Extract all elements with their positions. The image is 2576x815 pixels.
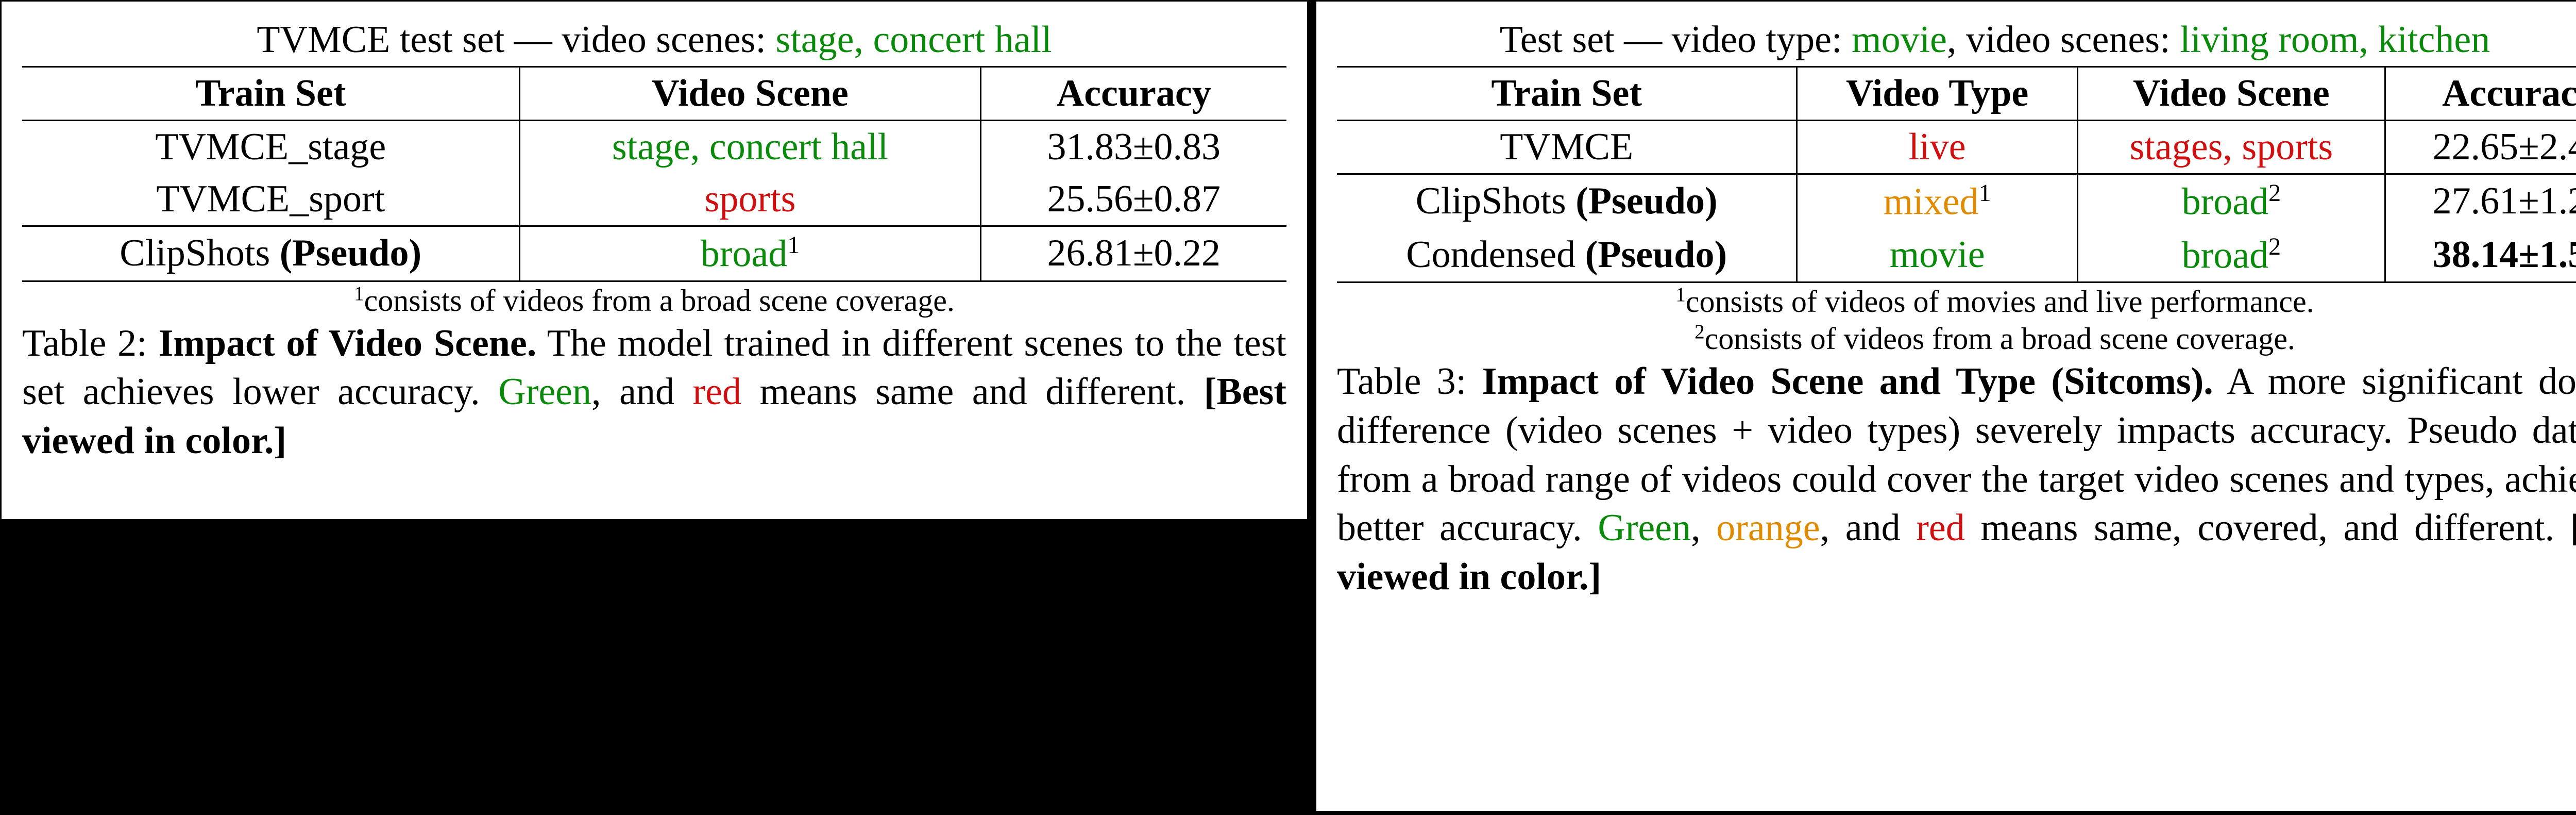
col-scene: Video Scene xyxy=(2077,67,2385,121)
cell: broad2 xyxy=(2077,174,2385,228)
text: means same and different. xyxy=(741,371,1204,413)
text: , and xyxy=(1820,507,1917,549)
superscript: 1 xyxy=(1979,179,1991,207)
text-red: red xyxy=(1916,507,1965,549)
table-3-footnote-1: 1consists of videos of movies and live p… xyxy=(1337,283,2576,320)
text: Condensed xyxy=(1406,234,1585,276)
table-2: TVMCE test set — video scenes: stage, co… xyxy=(22,14,1286,282)
cell: 26.81±0.22 xyxy=(980,226,1286,281)
text-orange: orange xyxy=(1716,507,1820,549)
table-3-panel: Test set — video type: movie, video scen… xyxy=(1315,0,2576,812)
table-3-title: Test set — video type: movie, video scen… xyxy=(1337,14,2576,67)
table-3: Test set — video type: movie, video scen… xyxy=(1337,14,2576,283)
table-2-footnote: 1consists of videos from a broad scene c… xyxy=(22,282,1286,319)
text-green: Green xyxy=(1598,507,1691,549)
cell: mixed1 xyxy=(1797,174,2077,228)
text: Table 3: xyxy=(1337,360,1482,403)
col-acc: Accuracy xyxy=(980,67,1286,121)
col-scene: Video Scene xyxy=(520,67,980,121)
text: consists of videos from a broad scene co… xyxy=(1705,322,2295,356)
text-green: broad xyxy=(2182,234,2269,276)
text-bold: (Pseudo) xyxy=(1575,180,1717,222)
text-green: stage, concert hall xyxy=(775,19,1052,61)
text: Test set — video type: xyxy=(1500,19,1852,61)
text: means same, covered, and different. xyxy=(1965,507,2570,549)
superscript: 1 xyxy=(1675,284,1686,306)
text-green: broad xyxy=(2182,181,2269,223)
table-row: TVMCE_stage stage, concert hall 31.83±0.… xyxy=(22,121,1286,174)
table-3-footnote-2: 2consists of videos from a broad scene c… xyxy=(1337,320,2576,357)
superscript: 2 xyxy=(2268,179,2281,207)
cell: 25.56±0.87 xyxy=(980,173,1286,226)
text-bold: Impact of Video Scene and Type (Sitcoms)… xyxy=(1482,360,2213,403)
text-green: living room, kitchen xyxy=(2180,19,2490,61)
text: Table 2: xyxy=(22,322,159,364)
table-2-panel: TVMCE test set — video scenes: stage, co… xyxy=(0,0,1309,521)
cell: TVMCE xyxy=(1337,121,1797,174)
cell-bold: 38.14±1.50 xyxy=(2385,228,2576,282)
text-bold: (Pseudo) xyxy=(1585,234,1727,276)
text-green: movie xyxy=(1852,19,1947,61)
cell-green: movie xyxy=(1797,228,2077,282)
text: consists of videos from a broad scene co… xyxy=(364,284,955,318)
cell: broad1 xyxy=(520,226,980,281)
cell: 31.83±0.83 xyxy=(980,121,1286,174)
cell-green: stage, concert hall xyxy=(520,121,980,174)
col-trainset: Train Set xyxy=(1337,67,1797,121)
cell-red: sports xyxy=(520,173,980,226)
text: ClipShots xyxy=(1416,180,1576,222)
cell: broad2 xyxy=(2077,228,2385,282)
superscript: 1 xyxy=(354,282,364,305)
table-row: ClipShots (Pseudo) mixed1 broad2 27.61±1… xyxy=(1337,174,2576,228)
cell: 22.65±2.43 xyxy=(2385,121,2576,174)
cell: ClipShots (Pseudo) xyxy=(1337,174,1797,228)
table-row: TVMCE live stages, sports 22.65±2.43 xyxy=(1337,121,2576,174)
table-2-caption: Table 2: Impact of Video Scene. The mode… xyxy=(22,319,1286,465)
text-green: Green xyxy=(498,371,591,413)
superscript: 2 xyxy=(1694,321,1705,343)
text: , video scenes: xyxy=(1947,19,2180,61)
cell-red: live xyxy=(1797,121,2077,174)
text-orange: mixed xyxy=(1884,181,1979,223)
text: , and xyxy=(591,371,692,413)
table-2-title: TVMCE test set — video scenes: stage, co… xyxy=(22,14,1286,67)
col-acc: Accuracy xyxy=(2385,67,2576,121)
cell: TVMCE_stage xyxy=(22,121,520,174)
cell: Condensed (Pseudo) xyxy=(1337,228,1797,282)
cell-red: stages, sports xyxy=(2077,121,2385,174)
table-row: Condensed (Pseudo) movie broad2 38.14±1.… xyxy=(1337,228,2576,282)
text: TVMCE test set — video scenes: xyxy=(257,19,775,61)
cell: ClipShots (Pseudo) xyxy=(22,226,520,281)
table-row: TVMCE_sport sports 25.56±0.87 xyxy=(22,173,1286,226)
superscript: 1 xyxy=(787,231,800,259)
text-bold: Impact of Video Scene. xyxy=(159,322,537,364)
text-bold: (Pseudo) xyxy=(280,232,421,274)
superscript: 2 xyxy=(2268,233,2281,260)
col-trainset: Train Set xyxy=(22,67,520,121)
cell: TVMCE_sport xyxy=(22,173,520,226)
text: ClipShots xyxy=(120,232,280,274)
text: consists of videos of movies and live pe… xyxy=(1686,285,2314,319)
table-3-caption: Table 3: Impact of Video Scene and Type … xyxy=(1337,357,2576,602)
text-red: red xyxy=(693,371,742,413)
text-green: broad xyxy=(701,233,788,275)
text: , xyxy=(1691,507,1716,549)
page-root: TVMCE test set — video scenes: stage, co… xyxy=(0,0,2576,815)
col-type: Video Type xyxy=(1797,67,2077,121)
cell: 27.61±1.20 xyxy=(2385,174,2576,228)
table-row: ClipShots (Pseudo) broad1 26.81±0.22 xyxy=(22,226,1286,281)
